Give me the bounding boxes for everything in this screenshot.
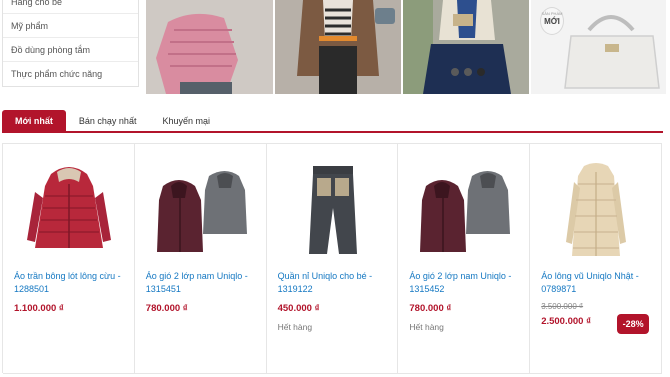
product-name[interactable]: Áo gió 2 lớp nam Uniqlo - 1315452 xyxy=(409,270,525,296)
sidebar-item-supplements[interactable]: Thực phẩm chức năng xyxy=(3,62,138,86)
new-badge-top-text: SẢN PHẨM xyxy=(541,11,563,16)
product-image-two-hoodies[interactable] xyxy=(155,156,247,266)
product-name[interactable]: Áo gió 2 lớp nam Uniqlo - 1315451 xyxy=(146,270,262,296)
slider-dot-3[interactable] xyxy=(477,68,485,76)
banner-slider-dots xyxy=(451,68,485,76)
banner-panel-pink-jacket xyxy=(146,0,273,94)
product-card[interactable]: Quần nỉ Uniqlo cho bé - 1319122 450.000 … xyxy=(266,144,399,374)
product-sale-price: 2.500.000 ₫ xyxy=(541,316,591,327)
product-name[interactable]: Áo lông vũ Uniqlo Nhật - 0789871 xyxy=(541,270,657,296)
product-price: 450.000 ₫ xyxy=(277,303,320,314)
product-image-red-quilted-jacket[interactable] xyxy=(23,156,115,266)
sidebar-item-bathroom[interactable]: Đồ dùng phòng tắm xyxy=(3,38,138,62)
banner-panel-brown-coat xyxy=(275,0,401,94)
discount-badge: -28% xyxy=(617,314,650,334)
stock-status: Hết hàng xyxy=(409,322,444,332)
product-name[interactable]: Quần nỉ Uniqlo cho bé - 1319122 xyxy=(278,270,394,296)
tab-newest[interactable]: Mới nhất xyxy=(2,110,66,131)
sidebar-item-kids[interactable]: Hàng cho bé xyxy=(3,0,138,14)
slider-dot-1[interactable] xyxy=(451,68,459,76)
product-card[interactable]: Áo lông vũ Uniqlo Nhật - 0789871 3.500.0… xyxy=(530,144,662,374)
product-price: 780.000 ₫ xyxy=(409,303,452,314)
product-image-two-hoodies[interactable] xyxy=(418,156,511,266)
product-tabs: Mới nhất Bán chạy nhất Khuyến mại xyxy=(2,110,663,133)
product-name[interactable]: Áo trần bông lót lông cừu - 1288501 xyxy=(14,270,130,296)
promo-banner[interactable] xyxy=(146,0,666,94)
product-card[interactable]: Áo trần bông lót lông cừu - 1288501 1.10… xyxy=(3,144,135,374)
product-price: 780.000 ₫ xyxy=(145,303,188,314)
new-badge-main-text: MỚI xyxy=(544,17,560,26)
product-old-price: 3.500.000 ₫ xyxy=(541,302,584,311)
category-sidebar: Hàng cho bé Mỹ phẩm Đồ dùng phòng tắm Th… xyxy=(2,0,139,87)
product-image-kids-pants[interactable] xyxy=(287,156,379,266)
banner-panel-vest xyxy=(403,0,529,94)
sidebar-item-cosmetics[interactable]: Mỹ phẩm xyxy=(3,14,138,38)
product-card[interactable]: Áo gió 2 lớp nam Uniqlo - 1315452 780.00… xyxy=(398,144,531,374)
product-grid: Áo trần bông lót lông cừu - 1288501 1.10… xyxy=(2,143,662,374)
slider-dot-2[interactable] xyxy=(464,68,472,76)
tab-best-selling[interactable]: Bán chạy nhất xyxy=(66,110,150,131)
tab-promotion[interactable]: Khuyến mại xyxy=(149,110,223,131)
product-card[interactable]: Áo gió 2 lớp nam Uniqlo - 1315451 780.00… xyxy=(134,144,267,374)
stock-status: Hết hàng xyxy=(277,322,313,332)
product-image-cream-long-coat[interactable] xyxy=(550,156,642,266)
product-price: 1.100.000 ₫ xyxy=(14,303,64,314)
new-products-badge: SẢN PHẨM MỚI xyxy=(540,7,564,35)
